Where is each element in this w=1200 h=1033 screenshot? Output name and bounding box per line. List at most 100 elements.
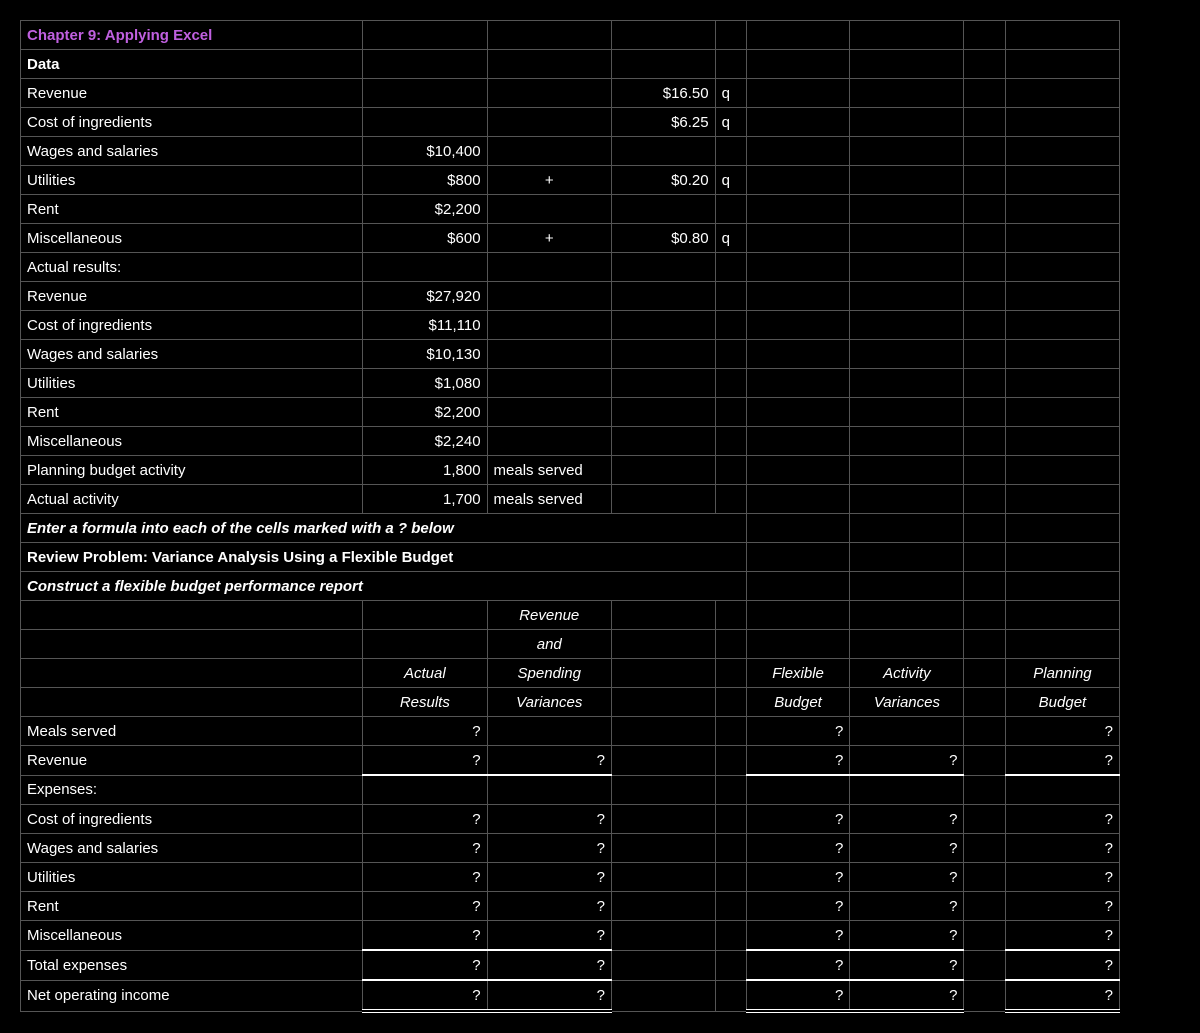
cell-wages-spvar[interactable]: ? <box>487 834 611 863</box>
instruction-1: Enter a formula into each of the cells m… <box>21 514 747 543</box>
cell-costing-flex[interactable]: ? <box>746 805 850 834</box>
cell-misc-actvar[interactable]: ? <box>850 921 964 951</box>
cell-misc-plan[interactable]: ? <box>1005 921 1119 951</box>
planning-activity-label: Planning budget activity <box>21 456 363 485</box>
actual-activity-label: Actual activity <box>21 485 363 514</box>
hdr-actv-1: Activity <box>850 659 964 688</box>
actual-activity-unit: meals served <box>487 485 611 514</box>
cell-wages-flex[interactable]: ? <box>746 834 850 863</box>
actual-misc[interactable]: $2,240 <box>363 427 487 456</box>
cell-rent-spvar[interactable]: ? <box>487 892 611 921</box>
cell-totexp-actual[interactable]: ? <box>363 950 487 980</box>
cell-totexp-actvar[interactable]: ? <box>850 950 964 980</box>
rep-rent-label: Rent <box>21 892 363 921</box>
actual-misc-label: Miscellaneous <box>21 427 363 456</box>
cell-costing-plan[interactable]: ? <box>1005 805 1119 834</box>
cell-totexp-plan[interactable]: ? <box>1005 950 1119 980</box>
cell-costing-spvar[interactable]: ? <box>487 805 611 834</box>
planning-activity[interactable]: 1,800 <box>363 456 487 485</box>
cell-totexp-spvar[interactable]: ? <box>487 950 611 980</box>
row-utilities-label: Utilities <box>21 166 363 195</box>
hdr-actual-1: Actual <box>363 659 487 688</box>
rep-totalexp-label: Total expenses <box>21 950 363 980</box>
actual-costing[interactable]: $11,110 <box>363 311 487 340</box>
cell-misc-actual[interactable]: ? <box>363 921 487 951</box>
misc-fixed[interactable]: $600 <box>363 224 487 253</box>
cell-rent-flex[interactable]: ? <box>746 892 850 921</box>
actual-utilities-label: Utilities <box>21 369 363 398</box>
cell-netop-actvar[interactable]: ? <box>850 980 964 1011</box>
cell-rev-actvar[interactable]: ? <box>850 746 964 776</box>
row-wages-label: Wages and salaries <box>21 137 363 166</box>
actual-revenue[interactable]: $27,920 <box>363 282 487 311</box>
cell-netop-actual[interactable]: ? <box>363 980 487 1011</box>
row-rent-label: Rent <box>21 195 363 224</box>
revenue-unit: q <box>715 79 746 108</box>
cell-netop-plan[interactable]: ? <box>1005 980 1119 1011</box>
rep-utilities-label: Utilities <box>21 863 363 892</box>
rent-fixed[interactable]: $2,200 <box>363 195 487 224</box>
actual-rent[interactable]: $2,200 <box>363 398 487 427</box>
cell-misc-spvar[interactable]: ? <box>487 921 611 951</box>
wages-fixed[interactable]: $10,400 <box>363 137 487 166</box>
rep-revenue-label: Revenue <box>21 746 363 776</box>
data-header: Data <box>21 50 363 79</box>
cell-rent-actvar[interactable]: ? <box>850 892 964 921</box>
misc-rate[interactable]: $0.80 <box>611 224 715 253</box>
hdr-actv-2: Variances <box>850 688 964 717</box>
instruction-3: Construct a flexible budget performance … <box>21 572 747 601</box>
rep-misc-label: Miscellaneous <box>21 921 363 951</box>
cell-misc-flex[interactable]: ? <box>746 921 850 951</box>
actual-activity[interactable]: 1,700 <box>363 485 487 514</box>
rep-costing-label: Cost of ingredients <box>21 805 363 834</box>
hdr-revenue-2: and <box>487 630 611 659</box>
cell-util-spvar[interactable]: ? <box>487 863 611 892</box>
cell-wages-actvar[interactable]: ? <box>850 834 964 863</box>
rep-meals-label: Meals served <box>21 717 363 746</box>
cell-netop-spvar[interactable]: ? <box>487 980 611 1011</box>
rep-netop-label: Net operating income <box>21 980 363 1011</box>
hdr-revenue-3: Spending <box>487 659 611 688</box>
cell-meals-actual[interactable]: ? <box>363 717 487 746</box>
actual-wages[interactable]: $10,130 <box>363 340 487 369</box>
hdr-plan-1: Planning <box>1005 659 1119 688</box>
spreadsheet: Chapter 9: Applying Excel Data Revenue $… <box>20 20 1120 1013</box>
cell-util-actual[interactable]: ? <box>363 863 487 892</box>
cell-util-flex[interactable]: ? <box>746 863 850 892</box>
misc-unit: q <box>715 224 746 253</box>
cell-wages-plan[interactable]: ? <box>1005 834 1119 863</box>
cell-util-plan[interactable]: ? <box>1005 863 1119 892</box>
hdr-actual-2: Results <box>363 688 487 717</box>
cell-wages-actual[interactable]: ? <box>363 834 487 863</box>
cell-rev-plan[interactable]: ? <box>1005 746 1119 776</box>
cell-rev-actual[interactable]: ? <box>363 746 487 776</box>
planning-activity-unit: meals served <box>487 456 611 485</box>
actual-results-header: Actual results: <box>21 253 363 282</box>
cell-totexp-flex[interactable]: ? <box>746 950 850 980</box>
cell-rent-plan[interactable]: ? <box>1005 892 1119 921</box>
rep-wages-label: Wages and salaries <box>21 834 363 863</box>
cell-meals-plan[interactable]: ? <box>1005 717 1119 746</box>
cell-costing-actvar[interactable]: ? <box>850 805 964 834</box>
actual-wages-label: Wages and salaries <box>21 340 363 369</box>
utilities-plus: + <box>487 166 611 195</box>
actual-rent-label: Rent <box>21 398 363 427</box>
cell-netop-flex[interactable]: ? <box>746 980 850 1011</box>
utilities-rate[interactable]: $0.20 <box>611 166 715 195</box>
row-costing-label: Cost of ingredients <box>21 108 363 137</box>
cell-meals-flex[interactable]: ? <box>746 717 850 746</box>
cell-costing-actual[interactable]: ? <box>363 805 487 834</box>
cell-util-actvar[interactable]: ? <box>850 863 964 892</box>
cell-rev-flex[interactable]: ? <box>746 746 850 776</box>
misc-plus: + <box>487 224 611 253</box>
cell-rev-spvar[interactable]: ? <box>487 746 611 776</box>
utilities-unit: q <box>715 166 746 195</box>
actual-utilities[interactable]: $1,080 <box>363 369 487 398</box>
hdr-flex-2: Budget <box>746 688 850 717</box>
hdr-revenue-4: Variances <box>487 688 611 717</box>
rep-expenses-header: Expenses: <box>21 775 363 805</box>
revenue-rate[interactable]: $16.50 <box>611 79 715 108</box>
costing-rate[interactable]: $6.25 <box>611 108 715 137</box>
utilities-fixed[interactable]: $800 <box>363 166 487 195</box>
cell-rent-actual[interactable]: ? <box>363 892 487 921</box>
